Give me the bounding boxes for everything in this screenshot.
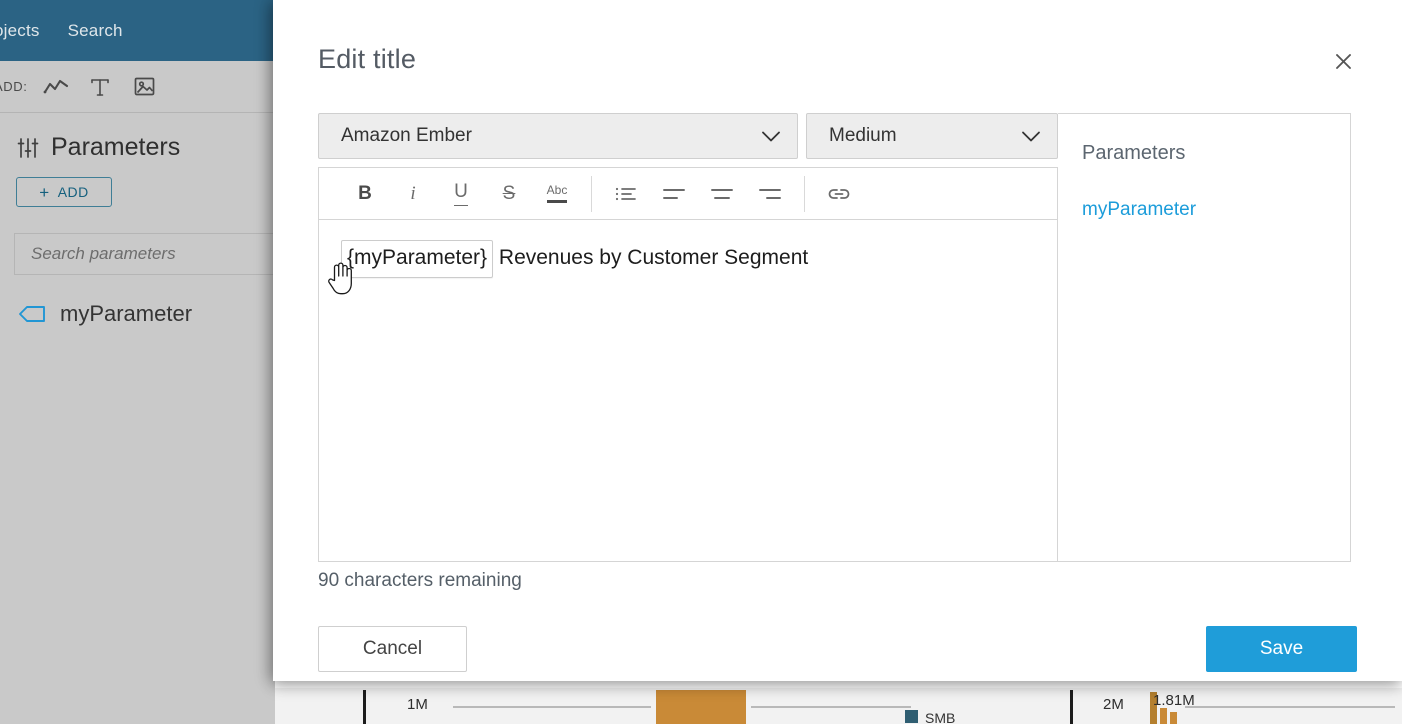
legend-label-smb: SMB	[925, 710, 955, 724]
nav-projects[interactable]: ojects	[0, 0, 54, 61]
chart-bar	[1170, 712, 1177, 724]
cancel-button[interactable]: Cancel	[318, 626, 467, 672]
strikethrough-icon[interactable]: S	[485, 174, 533, 214]
legend-swatch-smb	[905, 710, 918, 723]
close-icon[interactable]	[1328, 46, 1358, 76]
rich-text-toolbar: B i U S Abc	[318, 167, 1058, 219]
add-toolbar-label: ADD:	[0, 79, 27, 94]
font-controls-row: Amazon Ember Medium	[318, 113, 1058, 159]
add-parameter-label: ADD	[58, 184, 89, 200]
search-parameters-box[interactable]	[14, 233, 304, 275]
font-color-glyph: Abc	[547, 184, 568, 197]
font-family-value: Amazon Ember	[341, 125, 472, 147]
chevron-down-icon	[761, 130, 781, 143]
text-box-icon[interactable]	[85, 72, 115, 102]
modal-body: Amazon Ember Medium	[318, 113, 1358, 562]
save-button[interactable]: Save	[1206, 626, 1357, 672]
modal-parameters-panel: Parameters myParameter	[1058, 113, 1351, 562]
editor-column: Amazon Ember Medium	[318, 113, 1058, 562]
toolbar-divider	[591, 176, 592, 212]
parameters-panel-title: Parameters	[51, 133, 180, 162]
underline-icon[interactable]: U	[437, 174, 485, 214]
edit-title-modal: Edit title Amazon Ember	[273, 0, 1402, 681]
modal-footer: Cancel Save	[318, 626, 1357, 672]
align-center-icon[interactable]	[698, 174, 746, 214]
modal-parameters-title: Parameters	[1082, 142, 1350, 165]
align-right-icon[interactable]	[746, 174, 794, 214]
italic-icon[interactable]: i	[389, 174, 437, 214]
font-color-icon[interactable]: Abc	[533, 174, 581, 214]
add-toolbar: ADD:	[0, 61, 275, 113]
title-editor-text: Revenues by Customer Segment	[493, 246, 808, 269]
chart-gridline	[1185, 706, 1395, 708]
sliders-icon	[16, 136, 40, 160]
align-left-icon[interactable]	[650, 174, 698, 214]
chart-gridline	[751, 706, 911, 708]
parameter-tag-icon	[18, 304, 46, 324]
background-chart-peek: 1M SMB 2M 1.81M	[275, 688, 1402, 724]
plus-icon: +	[39, 184, 49, 201]
toolbar-divider	[804, 176, 805, 212]
nav-search[interactable]: Search	[54, 0, 137, 61]
modal-parameter-link-myparameter[interactable]: myParameter	[1082, 199, 1350, 221]
bullet-list-icon[interactable]	[602, 174, 650, 214]
parameter-token[interactable]: {myParameter}	[341, 240, 493, 278]
italic-glyph: i	[410, 183, 415, 205]
chart-bar	[1160, 708, 1167, 724]
font-size-select[interactable]: Medium	[806, 113, 1058, 159]
link-icon[interactable]	[815, 174, 863, 214]
search-parameters-input[interactable]	[31, 244, 287, 264]
chevron-down-icon	[1021, 130, 1041, 143]
font-size-value: Medium	[829, 125, 897, 147]
sidebar-item-myparameter[interactable]: myParameter	[0, 275, 275, 327]
character-count: 90 characters remaining	[318, 570, 522, 592]
image-icon[interactable]	[129, 72, 159, 102]
font-color-bar	[547, 200, 567, 203]
axis-tick-label-2m: 2M	[1103, 696, 1124, 713]
axis-tick	[363, 690, 366, 724]
strikethrough-glyph: S	[503, 183, 516, 205]
axis-tick	[1070, 690, 1073, 724]
modal-title: Edit title	[318, 44, 416, 75]
title-editor[interactable]: {myParameter} Revenues by Customer Segme…	[318, 219, 1058, 562]
add-parameter-button[interactable]: + ADD	[16, 177, 112, 207]
axis-tick-label-1m: 1M	[407, 696, 428, 713]
visual-chart-icon[interactable]	[41, 72, 71, 102]
bold-icon[interactable]: B	[341, 174, 389, 214]
bold-glyph: B	[358, 183, 372, 205]
parameters-sidebar: Parameters + ADD myParameter	[0, 113, 275, 724]
parameters-panel-header: Parameters	[0, 113, 275, 162]
sidebar-item-label: myParameter	[60, 301, 192, 327]
underline-glyph: U	[454, 181, 468, 206]
chart-bar	[656, 690, 746, 724]
chart-gridline	[453, 706, 651, 708]
font-family-select[interactable]: Amazon Ember	[318, 113, 798, 159]
